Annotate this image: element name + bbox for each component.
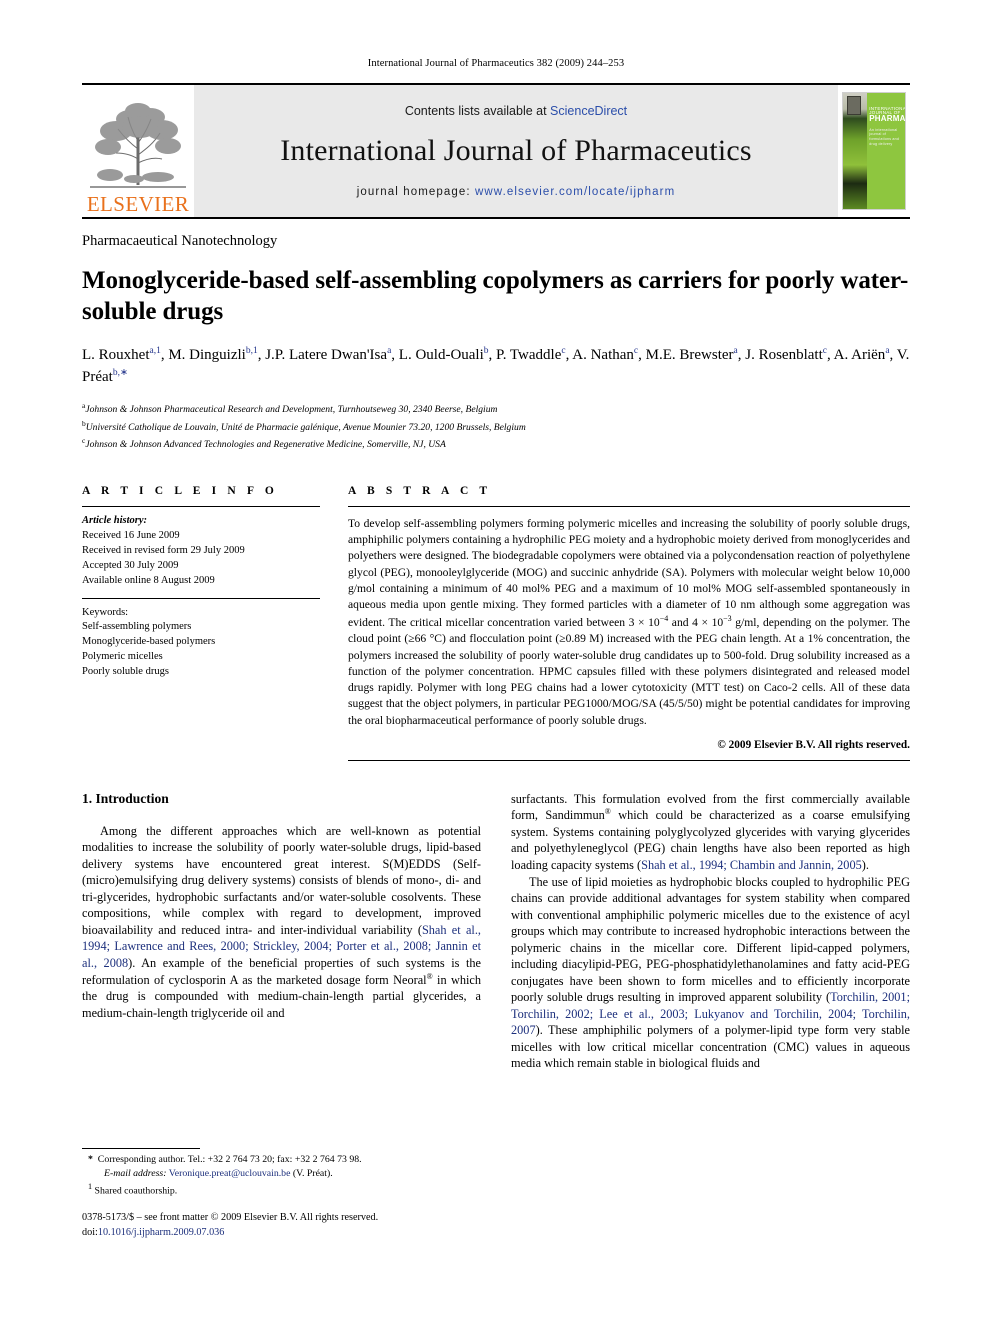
affiliation-text: Johnson & Johnson Advanced Technologies … — [85, 439, 446, 451]
email-note: E-mail address: Veronique.preat@uclouvai… — [104, 1167, 333, 1179]
keyword-item: Monoglyceride-based polymers — [82, 636, 216, 648]
sciencedirect-link[interactable]: ScienceDirect — [550, 104, 627, 118]
abstract-heading: A B S T R A C T — [348, 485, 492, 498]
paragraph: Among the different approaches which are… — [82, 823, 482, 1020]
elsevier-wordmark: ELSEVIER — [86, 192, 190, 216]
footnote-area: * Corresponding author. Tel.: +32 2 764 … — [82, 1148, 481, 1241]
cover-art: INTERNATIONAL JOURNAL OF PHARMACEUTICS A… — [842, 92, 906, 210]
cover-line-2: PHARMACEUTICS — [869, 114, 906, 124]
masthead-bottom-rule — [82, 217, 910, 219]
affiliation-list: aJohnson & Johnson Pharmaceutical Resear… — [82, 400, 910, 453]
doi-line: doi:10.1016/j.ijpharm.2009.07.036 — [82, 1226, 481, 1241]
author-list: L. Rouxheta,1, M. Dinguizlib,1, J.P. Lat… — [82, 345, 910, 386]
paragraph: surfactants. This formulation evolved fr… — [511, 791, 910, 872]
history-item: Received in revised form 29 July 2009 — [82, 544, 245, 556]
info-abstract-block: A R T I C L E I N F O Article history: R… — [82, 485, 910, 761]
article-page: International Journal of Pharmaceutics 3… — [0, 0, 992, 1323]
affiliation-text: Université Catholique de Louvain, Unité … — [85, 421, 526, 433]
keywords-label: Keywords: — [82, 606, 129, 618]
body-column-right: surfactants. This formulation evolved fr… — [511, 791, 910, 1072]
contents-available-line: Contents lists available at ScienceDirec… — [405, 104, 627, 118]
doi-link[interactable]: 10.1016/j.ijpharm.2009.07.036 — [98, 1227, 225, 1238]
article-title: Monoglyceride-based self-assembling copo… — [82, 267, 909, 325]
footnote-rule — [82, 1148, 200, 1149]
journal-masthead: ELSEVIER Contents lists available at Sci… — [82, 83, 910, 217]
article-history-group: Article history: Received 16 June 2009 R… — [82, 507, 320, 598]
article-info-heading: A R T I C L E I N F O — [82, 485, 278, 498]
keyword-item: Polymeric micelles — [82, 651, 163, 663]
section-label: Pharmacaeutical Nanotechnology — [82, 233, 278, 249]
affiliation-text: Johnson & Johnson Pharmaceutical Researc… — [85, 403, 498, 415]
history-item: Available online 8 August 2009 — [82, 574, 215, 586]
keyword-item: Self-assembling polymers — [82, 621, 192, 633]
cover-line-3: An international journal of formulations… — [869, 127, 900, 146]
corresponding-author-note: * Corresponding author. Tel.: +32 2 764 … — [88, 1154, 362, 1165]
journal-homepage-line: journal homepage: www.elsevier.com/locat… — [357, 186, 676, 198]
history-item: Accepted 30 July 2009 — [82, 559, 179, 571]
keyword-item: Poorly soluble drugs — [82, 666, 169, 678]
keywords-group: Keywords: Self-assembling polymers Monog… — [82, 599, 320, 681]
abstract-copyright: © 2009 Elsevier B.V. All rights reserved… — [717, 738, 910, 751]
affiliation-item: aJohnson & Johnson Pharmaceutical Resear… — [82, 400, 910, 418]
body-columns: 1. Introduction Among the different appr… — [82, 791, 910, 1072]
shared-coauthorship-note: 1 Shared coauthorship. — [88, 1181, 178, 1197]
body-column-left: 1. Introduction Among the different appr… — [82, 791, 481, 1072]
history-item: Received 16 June 2009 — [82, 529, 180, 541]
abstract-bottom-rule — [348, 759, 910, 761]
article-history-label: Article history: — [82, 515, 148, 527]
journal-homepage-link[interactable]: www.elsevier.com/locate/ijpharm — [475, 186, 675, 198]
affiliation-item: cJohnson & Johnson Advanced Technologies… — [82, 435, 910, 453]
masthead-center: Contents lists available at ScienceDirec… — [194, 85, 838, 217]
article-info-column: A R T I C L E I N F O Article history: R… — [82, 485, 320, 761]
issn-line: 0378-5173/$ – see front matter © 2009 El… — [82, 1211, 379, 1223]
issn-copyright-block: 0378-5173/$ – see front matter © 2009 El… — [82, 1211, 481, 1241]
running-head: International Journal of Pharmaceutics 3… — [367, 58, 625, 69]
affiliation-item: bUniversité Catholique de Louvain, Unité… — [82, 418, 910, 436]
doi-label: doi: — [82, 1226, 98, 1238]
elsevier-tree-icon — [88, 97, 188, 193]
abstract-text: To develop self-assembling polymers form… — [348, 517, 911, 727]
cover-photo-strip — [843, 93, 867, 209]
paragraph: The use of lipid moieties as hydrophobic… — [511, 874, 910, 1071]
abstract-column: A B S T R A C T To develop self-assembli… — [348, 485, 910, 761]
cover-title-panel: INTERNATIONAL JOURNAL OF PHARMACEUTICS A… — [866, 93, 906, 209]
heading-introduction: 1. Introduction — [82, 790, 169, 806]
contents-prefix: Contents lists available at — [404, 104, 551, 118]
journal-title: International Journal of Pharmaceutics — [280, 134, 752, 167]
elsevier-logo: ELSEVIER — [82, 85, 194, 217]
journal-cover-thumbnail: INTERNATIONAL JOURNAL OF PHARMACEUTICS A… — [838, 85, 910, 217]
homepage-prefix: journal homepage: — [356, 186, 475, 198]
